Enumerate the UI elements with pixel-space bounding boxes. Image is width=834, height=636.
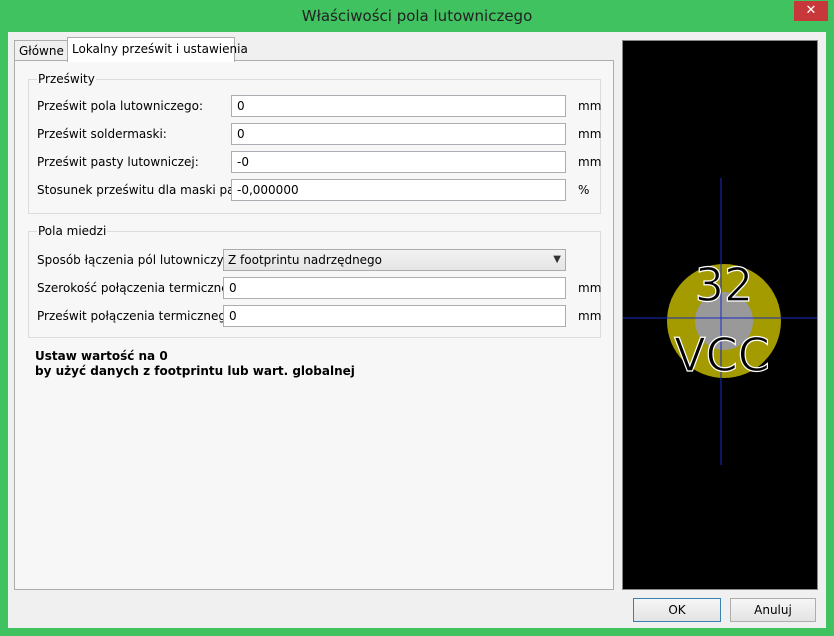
thermal-width-unit: mm (578, 281, 602, 295)
thermal-gap-unit: mm (578, 309, 602, 323)
clearances-group: Prześwity Prześwit pola lutowniczego: 0 … (28, 72, 602, 214)
thermal-gap-label: Prześwit połączenia termicznego: (37, 309, 238, 323)
soldermask-clearance-input[interactable]: 0 (231, 123, 566, 145)
pad-preview-canvas: 32 VCC (623, 178, 817, 465)
chevron-down-icon: ▼ (553, 254, 561, 265)
ok-button[interactable]: OK (633, 598, 721, 622)
connection-select-value: Z footprintu nadrzędnego (228, 253, 383, 267)
pad-clearance-label: Prześwit pola lutowniczego: (37, 99, 204, 113)
connection-select[interactable]: Z footprintu nadrzędnego ▼ (223, 249, 566, 271)
clearances-group-title: Prześwity (37, 72, 96, 86)
dialog-client: Główne Lokalny prześwit i ustawienia Prz… (8, 32, 826, 628)
thermal-width-input[interactable]: 0 (223, 277, 566, 299)
paste-ratio-input[interactable]: -0,000000 (231, 179, 566, 201)
net-name-text: VCC (674, 328, 770, 382)
thermal-width-label: Szerokość połączenia termicznego (37, 281, 244, 295)
soldermask-clearance-unit: mm (578, 127, 602, 141)
close-button[interactable]: ✕ (794, 1, 828, 21)
pad-clearance-unit: mm (578, 99, 602, 113)
tab-panel: Prześwity Prześwit pola lutowniczego: 0 … (14, 60, 614, 590)
pad-number-text: 32 (695, 258, 754, 312)
pad-preview[interactable]: 32 VCC (622, 40, 818, 590)
window-title: Właściwości pola lutowniczego (301, 7, 533, 25)
thermal-gap-input[interactable]: 0 (223, 305, 566, 327)
soldermask-clearance-label: Prześwit soldermaski: (37, 127, 167, 141)
dialog-window: Właściwości pola lutowniczego ✕ Główne L… (0, 0, 834, 636)
copper-zones-group-title: Pola miedzi (37, 224, 108, 238)
paste-clearance-input[interactable]: -0 (231, 151, 566, 173)
cancel-button[interactable]: Anuluj (730, 598, 816, 622)
paste-clearance-label: Prześwit pasty lutowniczej: (37, 155, 199, 169)
hint-line-1: Ustaw wartość na 0 (35, 349, 168, 363)
tab-general[interactable]: Główne (14, 40, 72, 61)
pad-clearance-input[interactable]: 0 (231, 95, 566, 117)
tab-local-clearance[interactable]: Lokalny prześwit i ustawienia (67, 37, 248, 62)
paste-clearance-unit: mm (578, 155, 602, 169)
title-bar[interactable]: Właściwości pola lutowniczego ✕ (0, 0, 834, 32)
paste-ratio-unit: % (578, 183, 590, 197)
connection-label: Sposób łączenia pól lutowniczych: (37, 253, 242, 267)
hint-line-2: by użyć danych z footprintu lub wart. gl… (35, 364, 355, 378)
paste-ratio-label: Stosunek prześwitu dla maski pasty: (37, 183, 256, 197)
copper-zones-group: Pola miedzi Sposób łączenia pól lutownic… (28, 224, 602, 338)
